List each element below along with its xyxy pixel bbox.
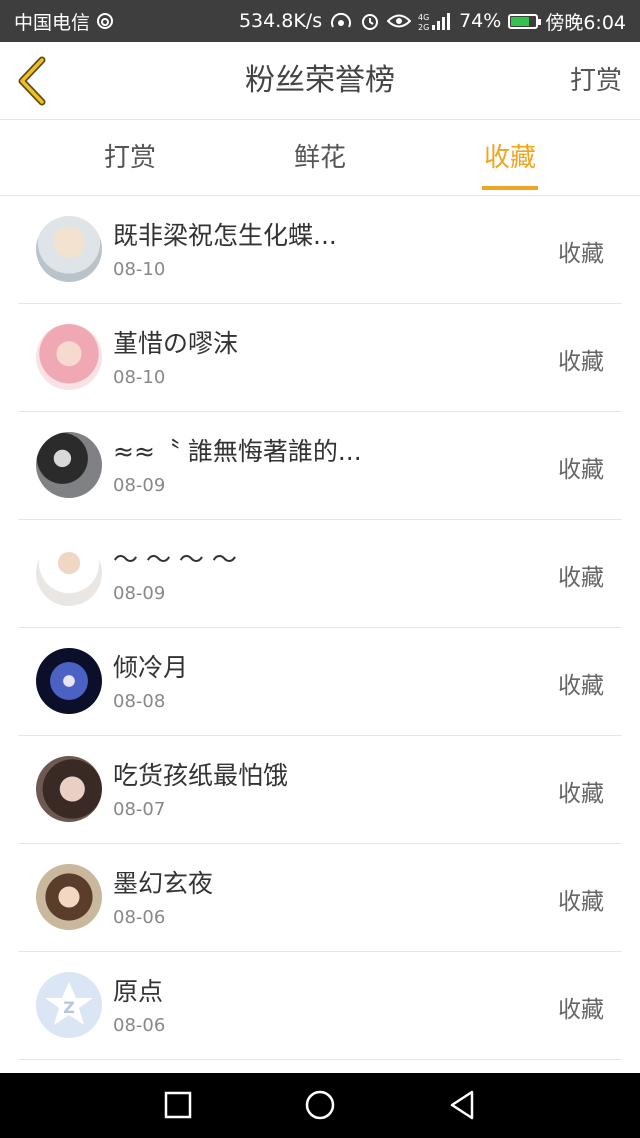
action-label: 收藏: [558, 889, 604, 915]
user-name: 既非梁祝怎生化蝶...: [113, 221, 337, 250]
date-label: 08-10: [113, 367, 166, 388]
tab-label: 打赏: [103, 143, 156, 173]
avatar: [36, 540, 102, 606]
avatar: [36, 216, 102, 282]
signal-icon: 4G 2G: [418, 11, 452, 31]
status-bar: 中国电信 534.8K/s 4G 2G 74% 傍晚6:04: [0, 0, 640, 42]
date-label: 08-08: [113, 691, 166, 712]
svg-text:4G: 4G: [418, 13, 429, 22]
list-item[interactable]: 吃货孩纸最怕饿 08-07 收藏: [0, 736, 640, 844]
back-nav-button[interactable]: [444, 1087, 480, 1123]
list-item[interactable]: Z 原点 08-06 收藏: [0, 952, 640, 1060]
list-item[interactable]: 既非梁祝怎生化蝶... 08-10 收藏: [0, 196, 640, 304]
svg-text:Z: Z: [63, 998, 75, 1017]
avatar: Z: [36, 972, 102, 1038]
date-label: 08-10: [113, 259, 166, 280]
divider: [18, 1059, 622, 1060]
list-item[interactable]: 倾冷月 08-08 收藏: [0, 628, 640, 736]
fan-list: 既非梁祝怎生化蝶... 08-10 收藏 堇惜の嘐沫 08-10 收藏 ≈≈〝 …: [0, 196, 640, 1060]
battery-percent: 74%: [459, 10, 502, 32]
action-label: 收藏: [558, 457, 604, 483]
action-label: 收藏: [558, 673, 604, 699]
list-item[interactable]: 堇惜の嘐沫 08-10 收藏: [0, 304, 640, 412]
square-icon: [164, 1091, 192, 1119]
user-name: ≈≈〝 誰無悔著誰的...: [113, 437, 362, 466]
date-label: 08-06: [113, 1015, 166, 1036]
sync-icon: [96, 12, 114, 30]
reward-button[interactable]: 打赏: [570, 42, 622, 120]
list-item[interactable]: 墨幻玄夜 08-06 收藏: [0, 844, 640, 952]
action-label: 收藏: [558, 997, 604, 1023]
avatar: [36, 432, 102, 498]
circle-icon: [305, 1090, 335, 1120]
system-navigation-bar: [0, 1073, 640, 1138]
triangle-back-icon: [450, 1090, 474, 1120]
user-name: ～ ～ ～ ～: [113, 545, 237, 574]
date-label: 08-07: [113, 799, 166, 820]
eye-icon: [387, 13, 412, 29]
tab-reward[interactable]: 打赏: [70, 120, 190, 196]
carrier-label: 中国电信: [14, 11, 91, 34]
clock: 傍晚6:04: [545, 11, 626, 34]
tab-bar: 打赏 鲜花 收藏: [0, 120, 640, 196]
date-label: 08-06: [113, 907, 166, 928]
avatar: [36, 324, 102, 390]
action-label: 收藏: [558, 349, 604, 375]
tab-flowers[interactable]: 鲜花: [260, 120, 380, 196]
list-item[interactable]: ～ ～ ～ ～ 08-09 收藏: [0, 520, 640, 628]
tab-favorites[interactable]: 收藏: [450, 120, 570, 196]
hotspot-icon: [329, 11, 353, 31]
battery-icon: [508, 13, 542, 29]
user-name: 堇惜の嘐沫: [113, 329, 239, 358]
default-avatar-icon: Z: [45, 982, 93, 1025]
avatar: [36, 648, 102, 714]
alarm-icon: [360, 11, 380, 31]
active-tab-indicator: [482, 186, 538, 190]
date-label: 08-09: [113, 475, 166, 496]
user-name: 原点: [113, 977, 164, 1006]
date-label: 08-09: [113, 583, 166, 604]
user-name: 墨幻玄夜: [113, 869, 214, 898]
action-label: 收藏: [558, 241, 604, 267]
header-bar: 粉丝荣誉榜 打赏: [0, 42, 640, 120]
recents-button[interactable]: [160, 1087, 196, 1123]
action-label: 收藏: [558, 781, 604, 807]
network-speed: 534.8K/s: [238, 10, 323, 32]
tab-label: 收藏: [483, 143, 536, 173]
avatar: [36, 864, 102, 930]
avatar: [36, 756, 102, 822]
home-button[interactable]: [302, 1087, 338, 1123]
list-item[interactable]: ≈≈〝 誰無悔著誰的... 08-09 收藏: [0, 412, 640, 520]
user-name: 吃货孩纸最怕饿: [113, 761, 289, 790]
page-title: 粉丝荣誉榜: [245, 63, 395, 98]
user-name: 倾冷月: [113, 653, 189, 682]
action-label: 收藏: [558, 565, 604, 591]
tab-label: 鲜花: [293, 143, 346, 173]
svg-text:2G: 2G: [418, 23, 429, 31]
